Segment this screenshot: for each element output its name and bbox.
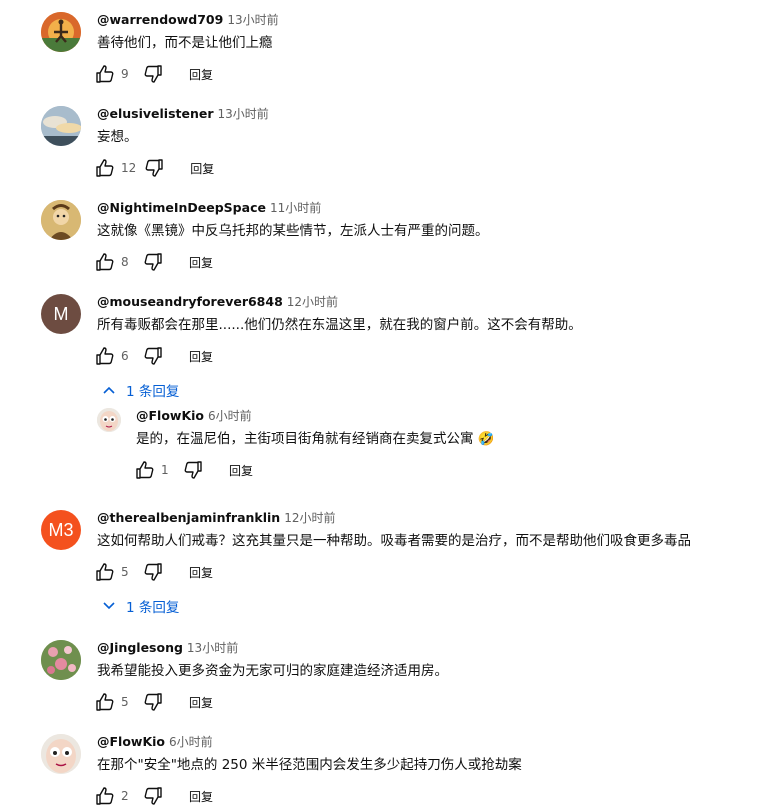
comment-author[interactable]: @NightimeInDeepSpace [97, 200, 266, 215]
like-icon[interactable] [95, 692, 115, 712]
reply-button[interactable]: 回复 [189, 564, 213, 581]
chevron-down-icon [103, 602, 115, 610]
avatar[interactable]: M3 [41, 510, 81, 550]
comment: @warrendowd709 13小时前 善待他们，而不是让他们上瘾 9 回复 [0, 12, 775, 92]
comment-time[interactable]: 6小时前 [169, 735, 213, 749]
like-icon[interactable] [95, 64, 115, 84]
comment-text: 在那个"安全"地点的 250 米半径范围内会发生多少起持刀伤人或抢劫案 [97, 757, 522, 773]
comment-author[interactable]: @mouseandryforever6848 [97, 294, 283, 309]
dislike-icon[interactable] [143, 562, 163, 582]
like-count: 8 [121, 255, 129, 269]
comment-text: 妄想。 [97, 129, 138, 145]
comment-time[interactable]: 6小时前 [208, 409, 252, 423]
avatar[interactable] [41, 640, 81, 680]
avatar[interactable] [41, 200, 81, 240]
comment-time[interactable]: 11小时前 [270, 201, 321, 215]
comment-author[interactable]: @therealbenjaminfranklin [97, 510, 280, 525]
comment-author[interactable]: @warrendowd709 [97, 12, 223, 27]
comment: @NightimeInDeepSpace 11小时前 这就像《黑镜》中反乌托邦的某… [0, 200, 775, 280]
like-icon[interactable] [95, 158, 115, 178]
comment: @FlowKio 6小时前 在那个"安全"地点的 250 米半径范围内会发生多少起… [0, 734, 775, 808]
comment: @Jinglesong 13小时前 我希望能投入更多资金为无家可归的家庭建造经济适… [0, 640, 775, 720]
reply-button[interactable]: 回复 [190, 160, 214, 177]
dislike-icon[interactable] [144, 158, 164, 178]
avatar[interactable] [41, 106, 81, 146]
comment-time[interactable]: 13小时前 [187, 641, 238, 655]
avatar-illustration-image [41, 200, 81, 240]
comment-time[interactable]: 13小时前 [227, 13, 278, 27]
reply-button[interactable]: 回复 [229, 462, 253, 479]
avatar-flowers-image [41, 640, 81, 680]
comment-time[interactable]: 12小时前 [284, 511, 335, 525]
like-icon[interactable] [95, 562, 115, 582]
like-icon[interactable] [95, 252, 115, 272]
dislike-icon[interactable] [143, 692, 163, 712]
replies-toggle[interactable]: 1 条回复 [102, 380, 179, 400]
comment-text: 所有毒贩都会在那里......他们仍然在东温这里，就在我的窗户前。这不会有帮助。 [97, 317, 582, 333]
comment: @elusivelistener 13小时前 妄想。 12 回复 [0, 106, 775, 186]
replies-toggle[interactable]: 1 条回复 [102, 596, 179, 616]
like-icon[interactable] [95, 786, 115, 806]
like-count: 1 [161, 463, 169, 477]
replies-toggle-label: 1 条回复 [126, 384, 180, 400]
like-count: 12 [121, 161, 137, 175]
dislike-icon[interactable] [143, 252, 163, 272]
reply-button[interactable]: 回复 [189, 254, 213, 271]
reply-button[interactable]: 回复 [189, 788, 213, 805]
comment-text: 我希望能投入更多资金为无家可归的家庭建造经济适用房。 [97, 663, 448, 679]
comment-text: 这如何帮助人们戒毒？这充其量只是一种帮助。吸毒者需要的是治疗，而不是帮助他们吸食… [97, 533, 691, 549]
dislike-icon[interactable] [143, 64, 163, 84]
reply-button[interactable]: 回复 [189, 348, 213, 365]
avatar-sky-image [41, 106, 81, 146]
avatar[interactable] [41, 12, 81, 52]
comment-author[interactable]: @Jinglesong [97, 640, 183, 655]
comment-author[interactable]: @elusivelistener [97, 106, 214, 121]
avatar[interactable] [41, 734, 81, 774]
avatar-face-image [97, 408, 121, 432]
comment-time[interactable]: 12小时前 [287, 295, 338, 309]
comment-text: 这就像《黑镜》中反乌托邦的某些情节，左派人士有严重的问题。 [97, 223, 489, 239]
dislike-icon[interactable] [143, 786, 163, 806]
reply-button[interactable]: 回复 [189, 694, 213, 711]
like-count: 2 [121, 789, 129, 803]
like-count: 9 [121, 67, 129, 81]
reply: @FlowKio 6小时前 是的，在温尼伯，主街项目街角就有经销商在卖复式公寓 🤣… [0, 408, 775, 488]
like-icon[interactable] [135, 460, 155, 480]
like-icon[interactable] [95, 346, 115, 366]
chevron-up-icon [103, 386, 115, 394]
comment-author[interactable]: @FlowKio [136, 408, 204, 423]
comment: M @mouseandryforever6848 12小时前 所有毒贩都会在那里.… [0, 294, 775, 404]
like-count: 5 [121, 695, 129, 709]
comment-text: 善待他们，而不是让他们上瘾 [97, 35, 273, 51]
comment-text: 是的，在温尼伯，主街项目街角就有经销商在卖复式公寓 🤣 [136, 431, 495, 447]
reply-button[interactable]: 回复 [189, 66, 213, 83]
like-count: 6 [121, 349, 129, 363]
comment-author[interactable]: @FlowKio [97, 734, 165, 749]
replies-toggle-label: 1 条回复 [126, 600, 180, 616]
dislike-icon[interactable] [183, 460, 203, 480]
avatar-letter: M3 [48, 519, 74, 540]
avatar-face-image [41, 734, 81, 774]
avatar-yoga-image [41, 12, 81, 52]
avatar[interactable]: M [41, 294, 81, 334]
comment-time[interactable]: 13小时前 [218, 107, 269, 121]
avatar-letter: M [53, 303, 69, 324]
comment: M3 @therealbenjaminfranklin 12小时前 这如何帮助人们… [0, 510, 775, 620]
avatar[interactable] [97, 408, 121, 432]
like-count: 5 [121, 565, 129, 579]
dislike-icon[interactable] [143, 346, 163, 366]
